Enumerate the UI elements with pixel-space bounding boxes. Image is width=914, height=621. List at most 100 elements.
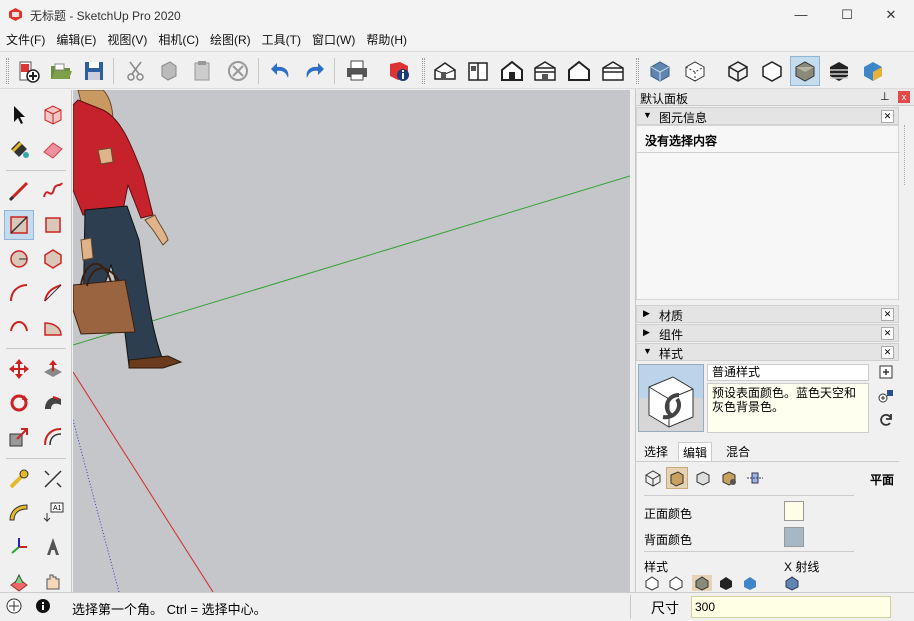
new-file-icon[interactable]	[13, 56, 43, 86]
select-icon[interactable]	[4, 100, 34, 130]
panel-close-icon[interactable]: ✕	[881, 327, 894, 340]
xray-icon[interactable]	[645, 56, 675, 86]
tab-edit[interactable]: 编辑	[678, 442, 713, 462]
line-icon[interactable]	[4, 176, 34, 206]
panel-close-icon[interactable]: ✕	[881, 110, 894, 123]
materials-header[interactable]: ▶ 材质 ✕	[636, 305, 899, 323]
back-edges-icon[interactable]	[680, 56, 710, 86]
erase-icon[interactable]	[223, 56, 253, 86]
pie-icon[interactable]	[38, 312, 68, 342]
refresh-icon[interactable]	[877, 411, 895, 429]
shaded-icon[interactable]	[790, 56, 820, 86]
text-icon[interactable]: A1	[38, 498, 68, 528]
axes-icon[interactable]	[4, 532, 34, 562]
eraser-icon[interactable]	[38, 134, 68, 164]
menu-camera[interactable]: 相机(C)	[158, 31, 199, 48]
freehand-icon[interactable]	[38, 176, 68, 206]
styles-header[interactable]: ▼ 样式 ✕	[636, 343, 899, 361]
protractor-icon[interactable]	[4, 498, 34, 528]
offset-icon[interactable]	[38, 422, 68, 452]
polygon-icon[interactable]	[38, 244, 68, 274]
close-button[interactable]: ✕	[868, 0, 914, 29]
tape-measure-icon[interactable]	[4, 464, 34, 494]
entity-info-panel: 没有选择内容	[636, 125, 900, 300]
3d-text-icon[interactable]	[38, 532, 68, 562]
menu-edit[interactable]: 编辑(E)	[56, 31, 96, 48]
model-info-icon[interactable]	[384, 56, 414, 86]
edge-settings-icon[interactable]	[642, 467, 664, 489]
top-view-icon[interactable]	[463, 56, 493, 86]
style-description-field[interactable]: 预设表面颜色。蓝色天空和灰色背景色。	[707, 383, 869, 433]
wireframe-icon[interactable]	[723, 56, 753, 86]
minimize-button[interactable]: —	[778, 0, 824, 29]
menu-help[interactable]: 帮助(H)	[366, 31, 407, 48]
watermark-settings-icon[interactable]	[718, 467, 740, 489]
tab-mix[interactable]: 混合	[722, 442, 754, 462]
geo-location-icon[interactable]	[6, 598, 22, 614]
tray-scrollbar[interactable]	[904, 125, 910, 185]
iso-view-icon[interactable]	[430, 56, 460, 86]
rectangle-icon[interactable]	[4, 210, 34, 240]
two-point-arc-icon[interactable]	[38, 278, 68, 308]
monochrome-icon[interactable]	[858, 56, 888, 86]
shaded-textures-icon[interactable]	[824, 56, 854, 86]
redo-icon[interactable]	[299, 56, 329, 86]
dimension-icon[interactable]	[38, 464, 68, 494]
drawing-viewport[interactable]	[73, 90, 630, 592]
toolbar-grip[interactable]	[636, 58, 639, 84]
tool-separator	[6, 170, 66, 171]
circle-icon[interactable]	[4, 244, 34, 274]
background-settings-icon[interactable]	[692, 467, 714, 489]
open-file-icon[interactable]	[46, 56, 76, 86]
arc-icon[interactable]	[4, 278, 34, 308]
tray-close-button[interactable]: x	[898, 91, 910, 103]
maximize-button[interactable]: ☐	[824, 0, 870, 29]
menu-draw[interactable]: 绘图(R)	[210, 31, 251, 48]
panel-close-icon[interactable]: ✕	[881, 308, 894, 321]
modeling-settings-icon[interactable]	[744, 467, 766, 489]
face-settings-icon[interactable]	[666, 467, 688, 489]
entity-info-header[interactable]: ▼ 图元信息 ✕	[636, 107, 899, 125]
toolbar-grip[interactable]	[6, 58, 9, 84]
info-icon[interactable]	[35, 598, 51, 614]
style-thumbnail[interactable]	[638, 364, 704, 432]
front-color-swatch[interactable]	[784, 501, 804, 521]
tab-select[interactable]: 选择	[640, 442, 672, 462]
pin-icon[interactable]: ⊥	[880, 90, 890, 103]
panel-close-icon[interactable]: ✕	[881, 346, 894, 359]
menu-tools[interactable]: 工具(T)	[262, 31, 301, 48]
front-view-icon[interactable]	[497, 56, 527, 86]
back-color-swatch[interactable]	[784, 527, 804, 547]
menu-window[interactable]: 窗口(W)	[312, 31, 355, 48]
left-view-icon[interactable]	[598, 56, 628, 86]
rotated-rectangle-icon[interactable]	[38, 210, 68, 240]
hidden-line-style-icon	[669, 576, 683, 591]
toolbar-separator	[113, 58, 114, 84]
undo-icon[interactable]	[266, 56, 296, 86]
hidden-line-icon[interactable]	[757, 56, 787, 86]
push-pull-icon[interactable]	[38, 354, 68, 384]
back-view-icon[interactable]	[564, 56, 594, 86]
create-style-icon[interactable]	[877, 363, 895, 381]
paint-bucket-icon[interactable]	[4, 134, 34, 164]
print-icon[interactable]	[342, 56, 372, 86]
rotate-icon[interactable]	[4, 388, 34, 418]
menu-file[interactable]: 文件(F)	[6, 31, 45, 48]
components-header[interactable]: ▶ 组件 ✕	[636, 324, 899, 342]
measurements-input[interactable]: 300	[691, 596, 891, 618]
right-view-icon[interactable]	[530, 56, 560, 86]
paste-icon[interactable]	[187, 56, 217, 86]
make-component-icon[interactable]	[38, 100, 68, 130]
scale-icon[interactable]	[4, 422, 34, 452]
toolbar-grip[interactable]	[422, 58, 425, 84]
copy-icon[interactable]	[154, 56, 184, 86]
update-style-icon[interactable]	[877, 387, 895, 405]
model-canvas[interactable]	[73, 90, 630, 592]
cut-icon[interactable]	[121, 56, 151, 86]
style-name-field[interactable]: 普通样式	[707, 364, 869, 381]
move-icon[interactable]	[4, 354, 34, 384]
save-icon[interactable]	[79, 56, 109, 86]
menu-view[interactable]: 视图(V)	[107, 31, 147, 48]
three-point-arc-icon[interactable]	[4, 312, 34, 342]
follow-me-icon[interactable]	[38, 388, 68, 418]
